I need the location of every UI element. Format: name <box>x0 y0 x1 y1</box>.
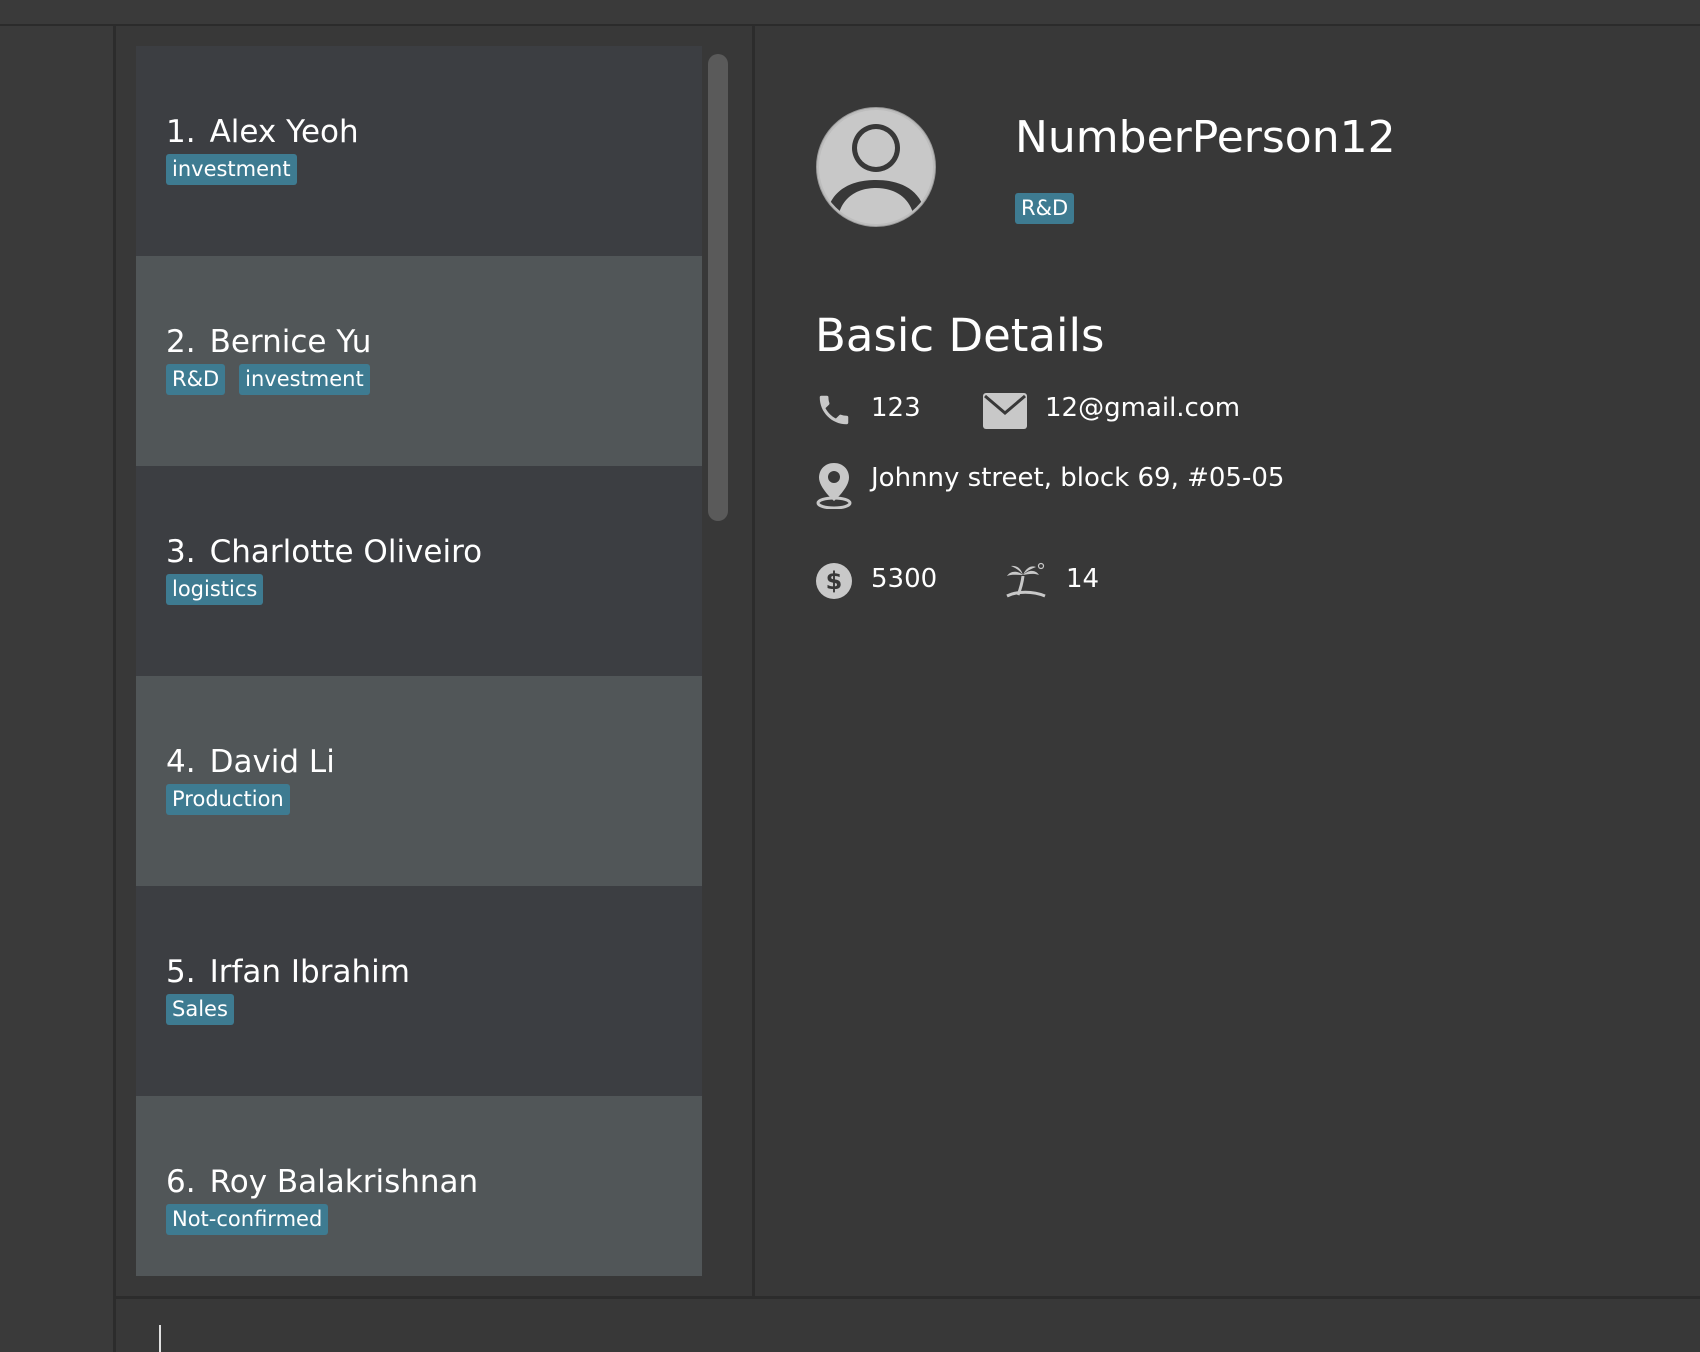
tag-badge: investment <box>166 154 297 185</box>
tag-badge: R&D <box>166 364 226 395</box>
person-index: 2. <box>166 324 196 360</box>
person-card[interactable]: 3. Charlotte Oliveiro logistics <box>136 466 702 676</box>
tag-badge: Not-confirmed <box>166 1204 329 1235</box>
detail-person-name: NumberPerson12 <box>1015 112 1396 163</box>
person-tags: investment <box>166 154 297 185</box>
person-index: 5. <box>166 954 196 990</box>
tag-badge: R&D <box>1015 193 1075 224</box>
email-icon <box>983 393 1027 429</box>
person-index: 4. <box>166 744 196 780</box>
person-card-name: 3. Charlotte Oliveiro <box>166 532 482 572</box>
list-scrollbar-thumb[interactable] <box>708 54 728 521</box>
person-card-name: 2. Bernice Yu <box>166 322 371 362</box>
salary-value: 5300 <box>871 564 938 594</box>
person-name: Alex Yeoh <box>209 114 359 150</box>
text-caret <box>159 1325 161 1352</box>
phone-value: 123 <box>871 393 921 423</box>
address-value: Johnny street, block 69, #05-05 <box>871 463 1285 493</box>
person-card-name: 1. Alex Yeoh <box>166 112 359 152</box>
person-index: 1. <box>166 114 196 150</box>
person-tags: Production <box>166 784 290 815</box>
detail-tags: R&D <box>1015 193 1075 224</box>
person-card[interactable]: 6. Roy Balakrishnan Not-confirmed <box>136 1096 702 1276</box>
person-card-name: 4. David Li <box>166 742 335 782</box>
tag-badge: investment <box>239 364 370 395</box>
person-card[interactable]: 4. David Li Production <box>136 676 702 886</box>
person-name: Bernice Yu <box>209 324 372 360</box>
section-title: Basic Details <box>815 309 1105 362</box>
person-index: 3. <box>166 534 196 570</box>
tag-badge: Production <box>166 784 290 815</box>
person-tags: Not-confirmed <box>166 1204 329 1235</box>
left-rail <box>0 26 116 1352</box>
person-card-name: 6. Roy Balakrishnan <box>166 1162 478 1202</box>
person-name: Charlotte Oliveiro <box>209 534 483 570</box>
leave-value: 14 <box>1066 564 1100 594</box>
menu-bar <box>0 0 1700 26</box>
location-pin-icon <box>816 463 852 509</box>
tag-badge: logistics <box>166 574 264 605</box>
person-name: Roy Balakrishnan <box>209 1164 479 1200</box>
person-tags: logistics <box>166 574 264 605</box>
person-index: 6. <box>166 1164 196 1200</box>
person-list[interactable]: 1. Alex Yeoh investment 2. Bernice Yu R&D … <box>136 46 702 1276</box>
beach-palm-icon <box>1006 562 1046 598</box>
person-card[interactable]: 5. Irfan Ibrahim Sales <box>136 886 702 1096</box>
app-window: 1. Alex Yeoh investment 2. Bernice Yu R&D … <box>0 0 1700 1352</box>
email-value: 12@gmail.com <box>1045 393 1241 423</box>
person-tags: R&D investment <box>166 364 370 395</box>
tag-badge: Sales <box>166 994 234 1025</box>
person-tags: Sales <box>166 994 234 1025</box>
person-card[interactable]: 1. Alex Yeoh investment <box>136 46 702 256</box>
svg-text:$: $ <box>826 567 843 595</box>
command-box[interactable] <box>116 1296 1700 1352</box>
avatar-icon <box>816 107 936 227</box>
dollar-icon: $ <box>816 563 852 599</box>
person-card[interactable]: 2. Bernice Yu R&D investment <box>136 256 702 466</box>
person-card-name: 5. Irfan Ibrahim <box>166 952 410 992</box>
phone-icon <box>819 395 849 425</box>
person-detail-panel: NumberPerson12 R&D Basic Details 123 12@… <box>755 26 1700 1296</box>
person-name: David Li <box>209 744 335 780</box>
person-name: Irfan Ibrahim <box>209 954 410 990</box>
person-list-panel: 1. Alex Yeoh investment 2. Bernice Yu R&D … <box>116 26 755 1296</box>
